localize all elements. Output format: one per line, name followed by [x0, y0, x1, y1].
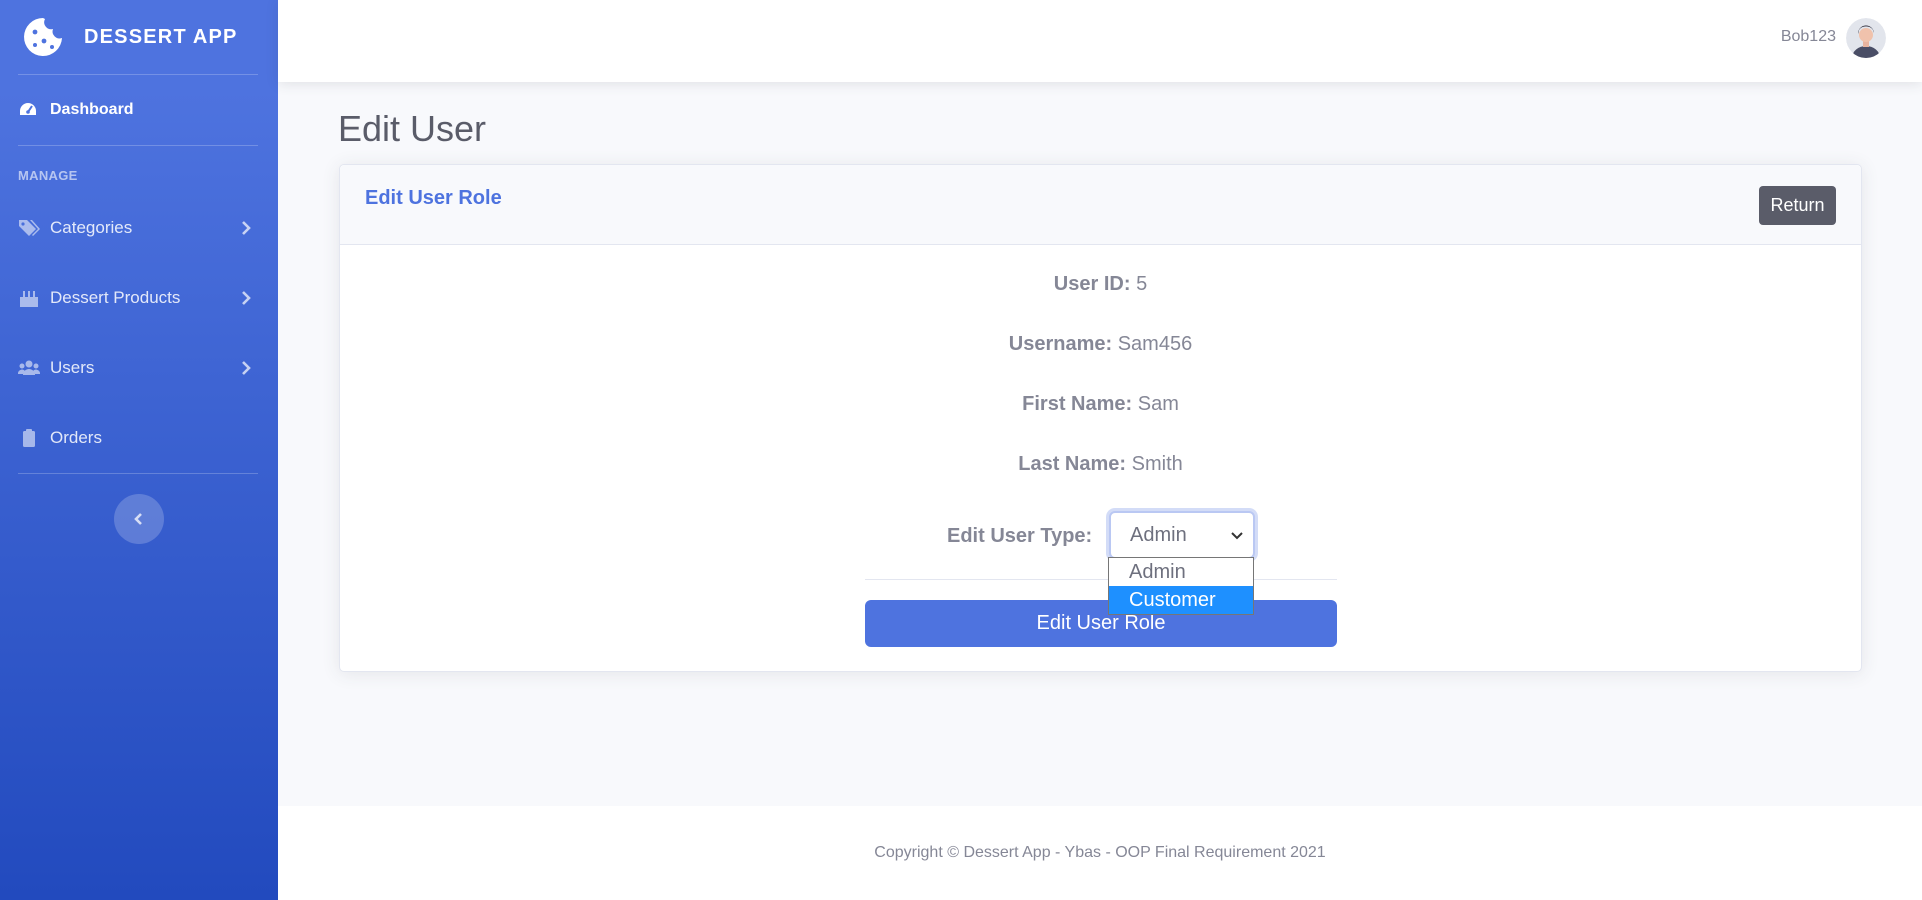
sidebar-item-dessert-products[interactable]: Dessert Products [0, 263, 278, 333]
sidebar-toggle-wrap [0, 474, 278, 544]
users-icon [18, 360, 40, 375]
tachometer-icon [20, 103, 36, 115]
chevron-left-icon [134, 513, 142, 525]
user-id-label: User ID: [1053, 273, 1131, 295]
sidebar-heading: MANAGE [18, 168, 78, 183]
user-type-label: Edit User Type: [947, 525, 1093, 547]
birthday-cake-icon [20, 291, 38, 307]
sidebar-item-label: Orders [50, 428, 102, 447]
sidebar-item-label: Categories [50, 218, 133, 237]
cookie-icon [24, 18, 63, 56]
user-avatar[interactable] [1846, 18, 1886, 58]
first-name-label: First Name: [1022, 393, 1133, 415]
user-type-option-customer[interactable]: Customer [1109, 586, 1253, 614]
user-id-value: 5 [1136, 273, 1148, 295]
user-type-dropdown: Admin Customer [1108, 557, 1254, 615]
sidebar-item-users[interactable]: Users [0, 333, 278, 403]
sidebar-item-orders[interactable]: Orders [0, 403, 278, 473]
user-id-row: User ID: 5 [340, 273, 1861, 296]
copyright-text: Copyright © Dessert App - Ybas - OOP Fin… [874, 844, 1326, 861]
card-title: Edit User Role [365, 187, 502, 209]
avatar-image [1846, 18, 1886, 58]
form-divider [865, 579, 1337, 580]
chevron-down-icon [1231, 532, 1243, 540]
user-type-selected: Admin [1130, 523, 1187, 546]
last-name-value: Smith [1131, 453, 1183, 475]
return-button[interactable]: Return [1759, 186, 1836, 225]
card-header: Edit User Role Return [340, 165, 1861, 245]
sidebar-item-dashboard[interactable]: Dashboard [0, 75, 278, 145]
clipboard-icon [23, 429, 35, 447]
topbar-username[interactable]: Bob123 [1781, 28, 1836, 46]
brand[interactable]: DESSERT APP [0, 0, 278, 74]
topbar: Bob123 [278, 0, 1922, 82]
sidebar-item-label: Users [50, 358, 95, 377]
username-value: Sam456 [1117, 333, 1193, 355]
footer: Copyright © Dessert App - Ybas - OOP Fin… [278, 806, 1922, 900]
chevron-right-icon [242, 361, 251, 375]
page-title: Edit User [338, 108, 487, 149]
username-row: Username: Sam456 [340, 333, 1861, 356]
sidebar: DESSERT APP Dashboard MANAGE Categories … [0, 0, 278, 900]
tags-icon [19, 220, 40, 236]
last-name-row: Last Name: Smith [340, 453, 1861, 476]
sidebar-toggle-button[interactable] [114, 494, 164, 544]
chevron-right-icon [242, 291, 251, 305]
first-name-row: First Name: Sam [340, 393, 1861, 416]
last-name-label: Last Name: [1018, 453, 1127, 475]
sidebar-item-categories[interactable]: Categories [0, 193, 278, 263]
edit-user-card: Edit User Role Return User ID: 5 Usernam… [339, 164, 1862, 672]
sidebar-item-label: Dashboard [50, 101, 134, 118]
username-label: Username: [1008, 333, 1113, 355]
user-type-option-admin[interactable]: Admin [1109, 558, 1253, 586]
sidebar-item-label: Dessert Products [50, 288, 181, 307]
chevron-right-icon [242, 221, 251, 235]
user-type-select[interactable]: Admin [1109, 511, 1255, 559]
edit-user-role-button[interactable]: Edit User Role [865, 600, 1337, 647]
first-name-value: Sam [1137, 393, 1179, 415]
brand-name: DESSERT APP [84, 25, 238, 48]
